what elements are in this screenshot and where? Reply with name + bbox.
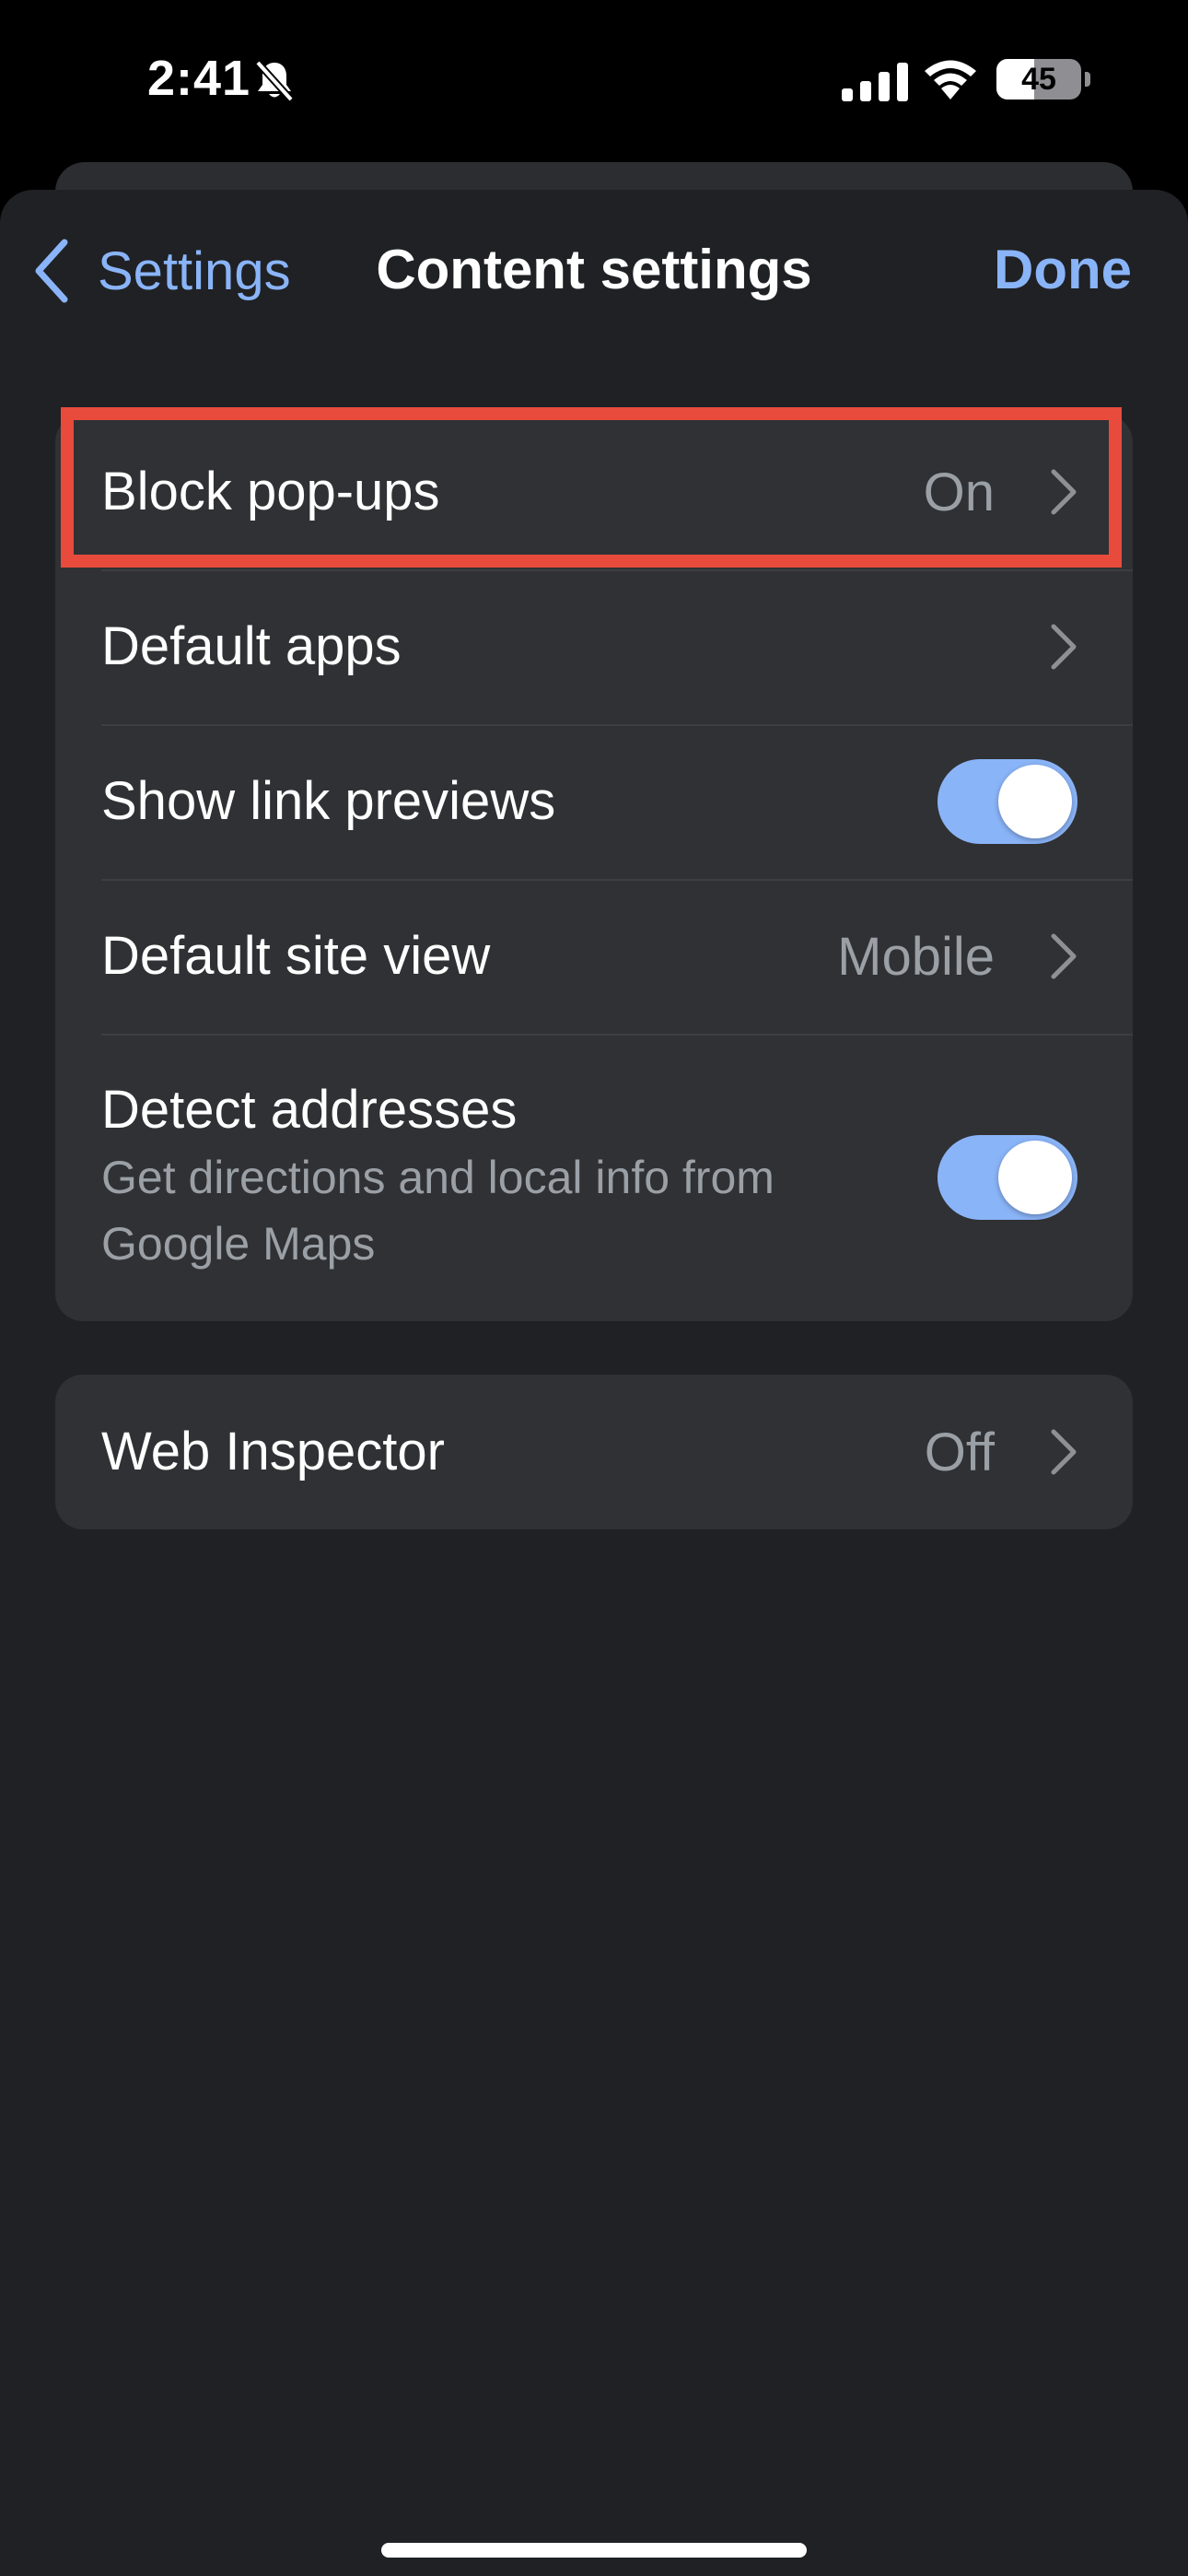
block-popups-row[interactable]: Block pop-ups On [55,415,1133,569]
default-site-view-row[interactable]: Default site view Mobile [55,879,1133,1034]
show-link-previews-row: Show link previews [55,724,1133,879]
back-button-label: Settings [98,240,291,301]
navigation-bar: Settings Content settings Done [0,190,1188,337]
detect-addresses-row: Detect addresses Get directions and loca… [55,1034,1133,1321]
row-title: Default apps [101,616,402,676]
chevron-right-icon [1051,1429,1077,1475]
row-text: Detect addresses Get directions and loca… [101,1078,903,1277]
row-title: Detect addresses [101,1080,518,1140]
done-button[interactable]: Done [994,238,1132,301]
row-text: Block pop-ups [101,460,903,524]
row-title: Web Inspector [101,1422,445,1481]
web-inspector-row[interactable]: Web Inspector Off [55,1375,1133,1529]
bell-slash-icon [255,60,294,102]
content-settings-sheet: Settings Content settings Done Block pop… [0,190,1188,2576]
toggle-knob [998,765,1072,838]
toggle-knob [998,1141,1072,1214]
row-text: Show link previews [101,769,903,834]
row-value: Mobile [837,926,995,987]
row-text: Web Inspector [101,1420,903,1484]
show-link-previews-toggle[interactable] [938,759,1077,844]
row-value: On [923,462,995,522]
chevron-left-icon [35,239,68,303]
chevron-right-icon [1051,469,1077,515]
back-button[interactable]: Settings [33,227,291,315]
row-title: Default site view [101,926,491,986]
row-text: Default apps [101,615,903,679]
content-settings-group: Block pop-ups On Default apps Show link … [55,415,1133,1321]
detect-addresses-toggle[interactable] [938,1135,1077,1220]
row-subtitle: Get directions and local info from Googl… [101,1152,775,1270]
battery-level: 45 [1021,62,1056,97]
status-bar: 2:41 45 [0,0,1188,166]
wifi-icon [925,60,976,100]
home-indicator [381,2543,807,2558]
row-title: Block pop-ups [101,462,440,521]
cellular-signal-icon [842,63,908,101]
chevron-right-icon [1051,933,1077,979]
default-apps-row[interactable]: Default apps [55,569,1133,724]
battery-icon: 45 [996,59,1081,100]
status-time: 2:41 [147,51,251,106]
row-value: Off [924,1422,995,1482]
web-inspector-group: Web Inspector Off [55,1375,1133,1529]
battery-tip [1085,72,1090,87]
row-text: Default site view [101,924,903,989]
chevron-right-icon [1051,624,1077,670]
row-title: Show link previews [101,771,556,831]
